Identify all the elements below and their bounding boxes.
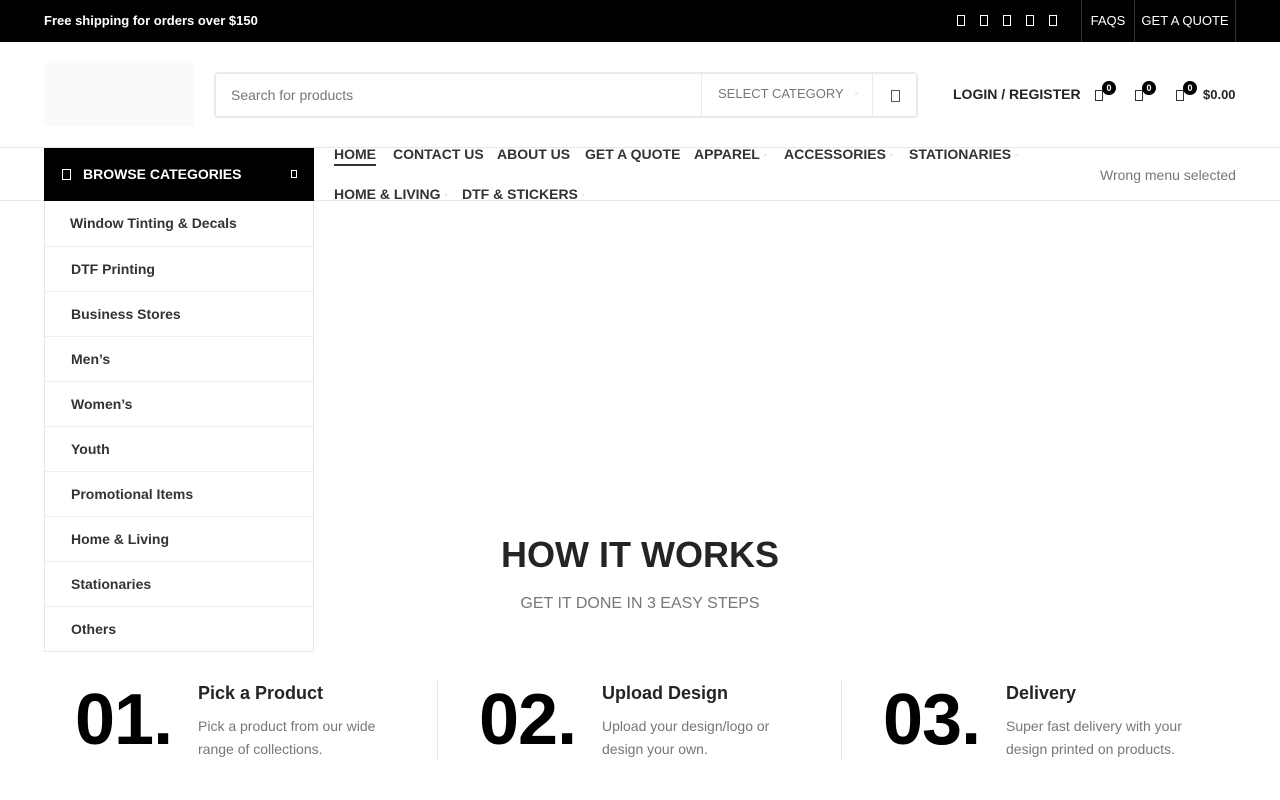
category-item[interactable]: Home & Living (45, 516, 313, 561)
secondary-menu-note: Wrong menu selected (1100, 167, 1236, 183)
linkedin-icon[interactable] (1048, 13, 1058, 27)
nav-home-living[interactable]: HOME & LIVING ▫ (334, 186, 447, 202)
nav-accessories[interactable]: ACCESSORIES ▫ (784, 146, 892, 162)
login-register-link[interactable]: LOGIN / REGISTER (953, 86, 1081, 102)
step-number: 01. (75, 680, 173, 760)
step-number: 03. (883, 680, 981, 760)
category-item[interactable]: Women’s (45, 381, 313, 426)
step-title: Pick a Product (198, 683, 324, 703)
search-bar: SELECT CATEGORY ▫ (214, 72, 918, 118)
email-icon[interactable] (1002, 13, 1012, 27)
site-logo[interactable] (44, 63, 194, 126)
category-item[interactable]: Youth (45, 426, 313, 471)
menu-icon (62, 169, 71, 180)
facebook-icon[interactable] (956, 13, 966, 27)
search-input[interactable] (216, 74, 700, 116)
cart-count-badge: 0 (1183, 81, 1197, 95)
wishlist-button[interactable]: 0 (1093, 81, 1116, 103)
category-item[interactable]: Promotional Items (45, 471, 313, 516)
compare-icon (1135, 90, 1143, 101)
how-it-works-subtitle: GET IT DONE IN 3 EASY STEPS (520, 595, 760, 612)
step-card: 02. Upload Design Upload your design/log… (479, 680, 809, 760)
category-select-label: SELECT CATEGORY (718, 86, 844, 101)
nav-contact-us-label: CONTACT US (393, 146, 484, 162)
nav-apparel-label: APPAREL (694, 146, 760, 162)
compare-count-badge: 0 (1142, 81, 1156, 95)
how-it-works-title: HOW IT WORKS (501, 534, 779, 575)
category-item[interactable]: Stationaries (45, 561, 313, 606)
step-card: 03. Delivery Super fast delivery with yo… (883, 680, 1213, 760)
nav-get-a-quote[interactable]: GET A QUOTE (585, 146, 680, 162)
faqs-link[interactable]: FAQS (1081, 0, 1134, 42)
chevron-down-icon: ▫ (855, 89, 858, 98)
nav-dtf-stickers[interactable]: DTF & STICKERS ▫ (462, 186, 584, 202)
main-navigation: BROWSE CATEGORIES HOME CONTACT US ABOUT … (0, 146, 1280, 202)
step-description: Upload your design/logo or design your o… (602, 718, 770, 757)
step-number: 02. (479, 680, 577, 760)
step-title: Delivery (1006, 683, 1077, 703)
site-header: SELECT CATEGORY ▫ LOGIN / REGISTER 0 0 0… (0, 42, 1280, 148)
nav-contact-us[interactable]: CONTACT US (393, 146, 484, 162)
nav-home-label: HOME (334, 146, 376, 162)
category-item[interactable]: DTF Printing (45, 246, 313, 291)
nav-apparel[interactable]: APPAREL ▫ (694, 146, 766, 162)
step-divider (841, 681, 842, 760)
category-item[interactable]: Men’s (45, 336, 313, 381)
nav-stationaries-label: STATIONARIES (909, 146, 1012, 162)
heart-icon (1095, 90, 1103, 101)
chevron-down-icon: ▫ (581, 191, 585, 199)
browse-categories-label: BROWSE CATEGORIES (83, 166, 242, 182)
category-item[interactable]: Window Tinting & Decals (45, 201, 313, 246)
chevron-down-icon: ▫ (1015, 151, 1018, 159)
step-description: Super fast delivery with your design pri… (1006, 718, 1182, 757)
compare-button[interactable]: 0 (1133, 81, 1156, 103)
top-bar: Free shipping for orders over $150 FAQS … (0, 0, 1280, 42)
shopping-bag-icon (1176, 90, 1184, 101)
step-divider (437, 681, 438, 760)
cart-button[interactable]: 0 (1174, 81, 1197, 103)
pinterest-icon[interactable] (1025, 13, 1035, 27)
nav-get-a-quote-label: GET A QUOTE (585, 146, 681, 162)
nav-dtf-stickers-label: DTF & STICKERS (462, 186, 578, 202)
twitter-icon[interactable] (979, 13, 989, 27)
nav-about-us[interactable]: ABOUT US (497, 146, 570, 162)
chevron-down-icon: ▫ (889, 151, 893, 159)
cart-total[interactable]: $0.00 (1203, 87, 1236, 102)
chevron-down-icon: ▫ (444, 191, 448, 199)
category-list: Window Tinting & Decals DTF Printing Bus… (44, 201, 314, 652)
category-select[interactable]: SELECT CATEGORY ▫ (701, 74, 872, 116)
step-description: Pick a product from our wide range of co… (198, 718, 376, 757)
social-links (956, 13, 1058, 27)
category-item[interactable]: Others (45, 606, 313, 651)
nav-home-living-label: HOME & LIVING (334, 186, 441, 202)
browse-categories-button[interactable]: BROWSE CATEGORIES (44, 148, 314, 201)
nav-accessories-label: ACCESSORIES (784, 146, 886, 162)
step-card: 01. Pick a Product Pick a product from o… (75, 680, 405, 760)
search-button[interactable] (872, 74, 916, 116)
nav-home[interactable]: HOME (334, 146, 376, 166)
step-title: Upload Design (602, 683, 729, 703)
category-item[interactable]: Business Stores (45, 291, 313, 336)
nav-stationaries[interactable]: STATIONARIES ▫ (909, 146, 1018, 162)
nav-about-us-label: ABOUT US (497, 146, 571, 162)
chevron-down-icon: ▫ (763, 151, 767, 159)
get-a-quote-link[interactable]: GET A QUOTE (1134, 0, 1236, 42)
chevron-down-icon (291, 170, 297, 178)
search-icon (891, 90, 900, 102)
free-shipping-promo: Free shipping for orders over $150 (44, 13, 258, 28)
wishlist-count-badge: 0 (1102, 81, 1116, 95)
